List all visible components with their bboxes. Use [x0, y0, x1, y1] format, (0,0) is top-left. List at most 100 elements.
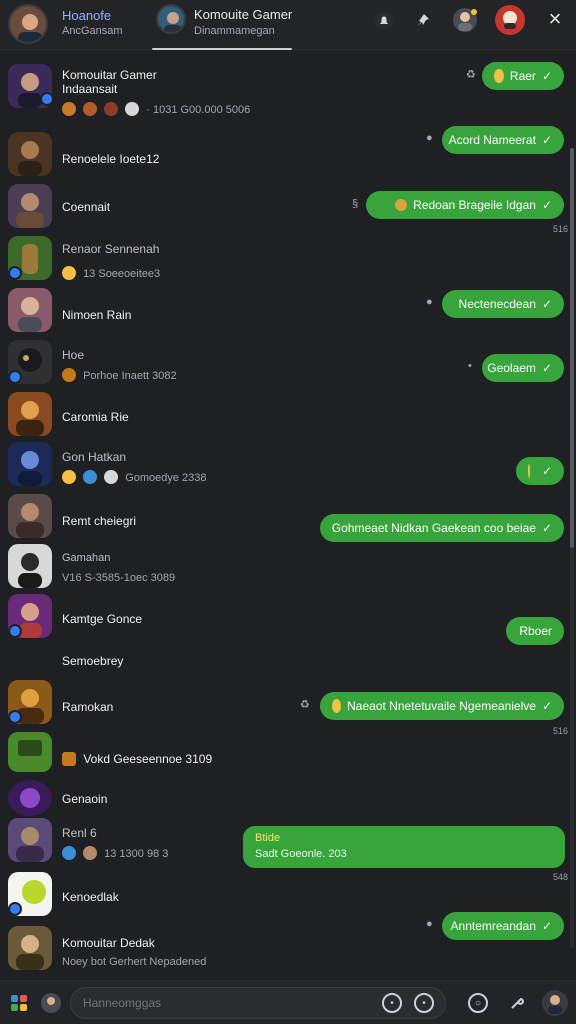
- mic-icon[interactable]: [506, 992, 528, 1014]
- list-item[interactable]: Ramokan: [0, 680, 270, 730]
- list-item-title: Komouitar Gamer Indaansait: [62, 68, 157, 96]
- conversation-list: Komouitar Gamer Indaansait · 1031 G00.00…: [0, 54, 270, 972]
- emoji-icon: [62, 752, 76, 766]
- list-item-subtitle: Noey bot Gerhert Nepadened: [62, 956, 207, 968]
- list-item-subtitle: V16 S-3585-1oec 3089: [62, 572, 176, 584]
- list-item-title: Genaoin: [62, 792, 108, 806]
- card-title: Btide: [255, 832, 281, 844]
- message-time: 516: [552, 726, 568, 736]
- list-item[interactable]: Komouitar Dedak Noey bot Gerhert Nepaden…: [0, 926, 270, 976]
- list-item[interactable]: Renoelele Ioete12: [0, 130, 270, 180]
- list-item-subtitle: Gomoedye 2338: [62, 470, 207, 484]
- game-icon[interactable]: [494, 4, 526, 36]
- chat-subtitle: Dinammamegan: [194, 25, 275, 37]
- emoji-picker-icon[interactable]: •: [414, 993, 434, 1013]
- list-item[interactable]: Komouitar Gamer Indaansait · 1031 G00.00…: [0, 64, 270, 120]
- checkmark-icon: ✓: [541, 198, 552, 212]
- scrollbar[interactable]: [570, 148, 574, 948]
- scrollbar-thumb[interactable]: [570, 148, 574, 548]
- message-text-field[interactable]: [83, 996, 433, 1010]
- emoji-icon: [83, 470, 98, 484]
- list-item[interactable]: Renl 6 13 1300 98 3: [0, 818, 270, 870]
- message-time: 516: [552, 224, 568, 234]
- checkmark-icon: ✓: [541, 699, 552, 713]
- apps-icon[interactable]: [8, 992, 30, 1014]
- list-item[interactable]: Genaoin: [0, 778, 270, 818]
- emoji-icon: [62, 470, 76, 484]
- avatar: [8, 288, 52, 332]
- avatar: [8, 732, 52, 772]
- camera-icon[interactable]: ○: [468, 993, 488, 1013]
- message-bubble[interactable]: Anntemreandan ✓: [442, 912, 564, 940]
- list-item-title: Coennait: [62, 200, 111, 214]
- list-item[interactable]: Caromia Rie: [0, 392, 270, 442]
- avatar-icon[interactable]: [40, 992, 62, 1014]
- checkmark-icon: ✓: [541, 133, 552, 147]
- close-icon[interactable]: ×: [544, 8, 566, 30]
- user-icon[interactable]: [452, 7, 478, 33]
- avatar: [8, 132, 52, 176]
- avatar: [8, 544, 52, 588]
- avatar: [8, 780, 52, 816]
- list-item[interactable]: Coennait: [0, 182, 270, 232]
- pin-icon[interactable]: [412, 9, 436, 33]
- reaction-icon: ●: [426, 918, 433, 930]
- list-item-title: Renoelele Ioete12: [62, 152, 160, 166]
- message-bubble[interactable]: Gohmeaet Nidkan Gaekean coo beiae ✓: [320, 514, 564, 542]
- profile-avatar-icon[interactable]: [542, 990, 568, 1016]
- list-item[interactable]: Vokd Geeseennoe 3109: [0, 732, 270, 776]
- message-bubble[interactable]: Naeaot Nnetetuvaile Ngemeanielve ✓: [320, 692, 564, 720]
- avatar: [8, 442, 52, 486]
- message-bubble[interactable]: Raer ✓: [482, 62, 564, 90]
- list-item-title: Gamahan: [62, 552, 111, 564]
- list-item[interactable]: Remt cheiegri: [0, 494, 270, 544]
- avatar: [8, 392, 52, 436]
- emoji-icon: [494, 69, 504, 83]
- avatar: [8, 494, 52, 538]
- message-bubble[interactable]: Rboer: [506, 617, 564, 645]
- chat-title: Komouite Gamer: [194, 7, 293, 22]
- list-item[interactable]: Kamtge Gonce: [0, 594, 270, 644]
- list-item-title: Vokd Geeseennoe 3109: [62, 752, 212, 766]
- list-item-title: Kenoedlak: [62, 890, 119, 904]
- verified-badge-icon: [8, 902, 22, 916]
- message-bubble[interactable]: Nectenecdean ✓: [442, 290, 564, 318]
- reaction-icon: ♻: [300, 699, 310, 711]
- bell-icon[interactable]: [372, 9, 396, 33]
- sticker-icon[interactable]: •: [382, 993, 402, 1013]
- composer-bar: • • ○: [0, 980, 576, 1024]
- verified-badge-icon: [8, 624, 22, 638]
- emoji-icon: [83, 102, 98, 116]
- verified-badge-icon: [40, 92, 54, 106]
- profile-avatar[interactable]: [8, 4, 48, 44]
- message-bubble[interactable]: Redoan Brageile Idgan ✓: [366, 191, 564, 219]
- list-item-title: Remt cheiegri: [62, 514, 137, 528]
- list-item[interactable]: Gamahan V16 S-3585-1oec 3089: [0, 544, 270, 596]
- reaction-icon: §: [352, 198, 359, 210]
- message-bubble-card[interactable]: Btide Sadt Goeonle. 203: [243, 826, 565, 868]
- list-item-subtitle: 13 Soeeoeitee3: [62, 266, 160, 280]
- checkmark-icon: ✓: [541, 521, 552, 535]
- avatar: [8, 926, 52, 970]
- list-item[interactable]: Semoebrey: [0, 648, 270, 678]
- list-item-title: Komouitar Dedak: [62, 936, 155, 950]
- emoji-icon: [104, 102, 119, 116]
- list-item-title: Hoe: [62, 348, 85, 362]
- list-item[interactable]: Gon Hatkan Gomoedye 2338: [0, 442, 270, 494]
- list-item-subtitle: Porhoe Inaett 3082: [62, 368, 177, 382]
- verified-badge-icon: [8, 266, 22, 280]
- chat-avatar[interactable]: [156, 4, 186, 34]
- active-tab-underline: [152, 48, 292, 50]
- list-item-title: Gon Hatkan: [62, 450, 127, 464]
- list-item[interactable]: Kenoedlak: [0, 872, 270, 922]
- reaction-icon: ●: [426, 296, 433, 308]
- list-item[interactable]: Nimoen Rain: [0, 288, 270, 338]
- message-bubble[interactable]: Acord Nameerat ✓: [442, 126, 564, 154]
- emoji-icon: [395, 199, 408, 211]
- message-bubble[interactable]: Geolaem ✓: [482, 354, 564, 382]
- list-item[interactable]: Renaor Sennenah 13 Soeeoeitee3: [0, 236, 270, 288]
- list-item[interactable]: Hoe Porhoe Inaett 3082: [0, 340, 270, 390]
- checkmark-icon: ✓: [541, 919, 552, 933]
- message-bubble[interactable]: ✓: [516, 457, 564, 485]
- emoji-icon: [62, 266, 76, 280]
